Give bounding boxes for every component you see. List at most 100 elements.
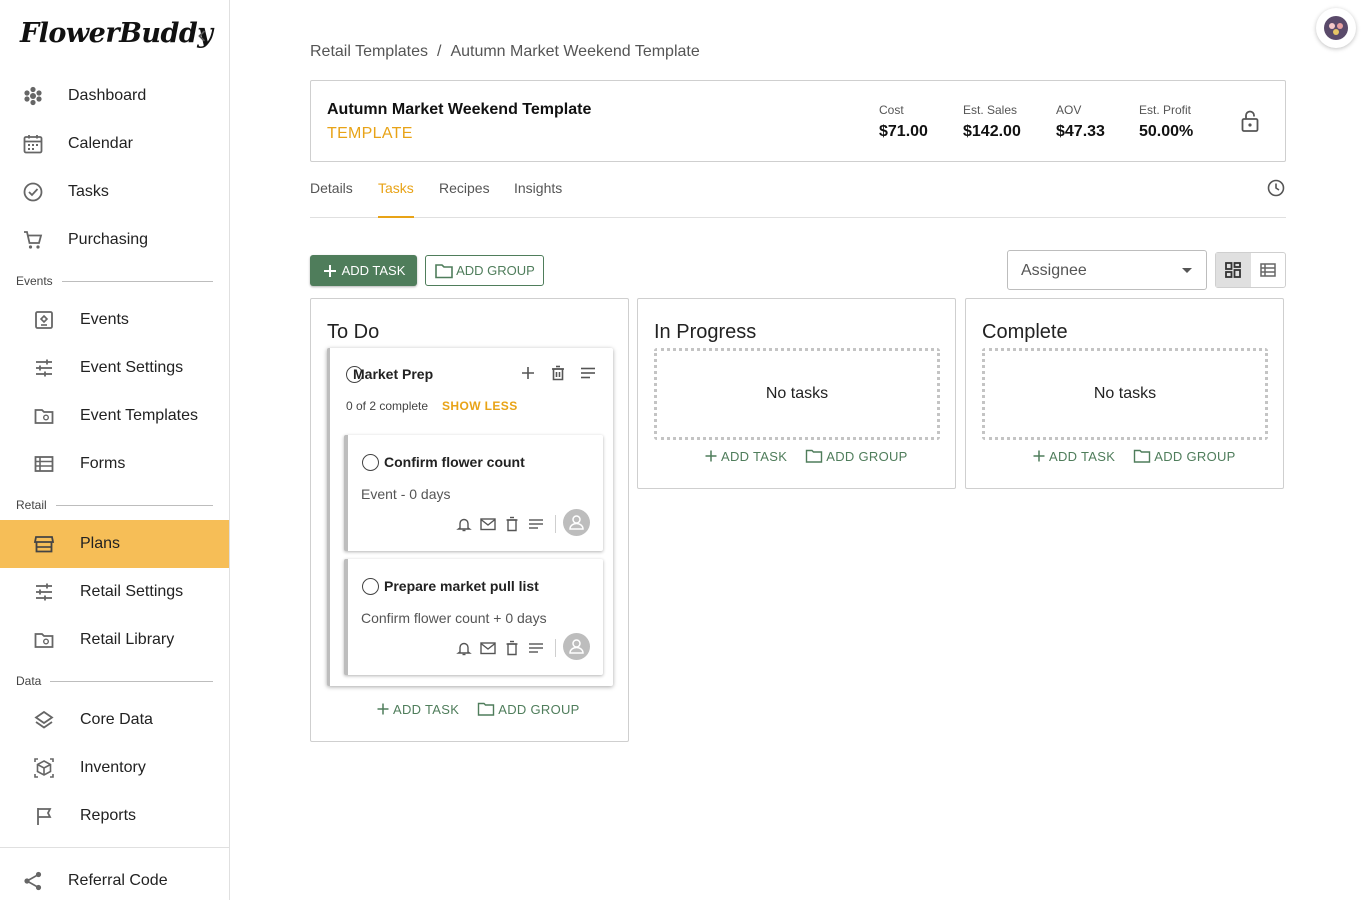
- column-add-group-button[interactable]: ADD GROUP: [805, 448, 907, 464]
- history-button[interactable]: [1266, 178, 1286, 198]
- show-less-button[interactable]: SHOW LESS: [442, 399, 518, 413]
- group-progress: 0 of 2 complete: [346, 399, 429, 413]
- folder-icon: [34, 409, 54, 424]
- mail-icon[interactable]: [479, 515, 497, 533]
- metric-est-sales: Est. Sales $142.00: [963, 103, 1021, 141]
- sidebar-item-core-data[interactable]: Core Data: [0, 696, 229, 744]
- sidebar-item-retail-settings[interactable]: Retail Settings: [0, 568, 229, 616]
- column-actions: ADD TASK ADD GROUP: [1032, 448, 1236, 464]
- sidebar-item-plans[interactable]: Plans: [0, 520, 229, 568]
- collapse-sidebar-button[interactable]: [192, 26, 212, 46]
- sidebar-item-dashboard[interactable]: Dashboard: [0, 72, 229, 120]
- task-title: Prepare market pull list: [384, 578, 539, 594]
- task-group-card[interactable]: Market Prep 0 of 2 complete SHOW LESS Co…: [327, 348, 613, 686]
- template-badge: TEMPLATE: [327, 125, 413, 142]
- tab-tasks[interactable]: Tasks: [378, 180, 414, 218]
- column-add-group-button[interactable]: ADD GROUP: [1133, 448, 1235, 464]
- trash-icon[interactable]: [503, 515, 521, 533]
- sidebar-item-event-settings[interactable]: Event Settings: [0, 344, 229, 392]
- assignee-select[interactable]: Assignee: [1007, 250, 1207, 290]
- button-label: ADD TASK: [341, 263, 406, 278]
- divider: [555, 515, 556, 533]
- sidebar-item-label: Retail Settings: [80, 583, 184, 600]
- mail-icon[interactable]: [479, 639, 497, 657]
- breadcrumb-link-retail-templates[interactable]: Retail Templates: [310, 43, 428, 60]
- layers-icon: [34, 710, 54, 729]
- logo: FlowerBuddy: [20, 18, 213, 49]
- sidebar-item-forms[interactable]: Forms: [0, 440, 229, 488]
- add-group-button[interactable]: ADD GROUP: [425, 255, 544, 286]
- user-avatar-button[interactable]: [1316, 8, 1356, 48]
- sidebar-item-purchasing[interactable]: Purchasing: [0, 216, 229, 264]
- breadcrumb-current: Autumn Market Weekend Template: [450, 43, 700, 60]
- column-to-do: To Do Market Prep 0 of 2 complete SHOW L…: [310, 298, 629, 742]
- tab-insights[interactable]: Insights: [514, 180, 562, 218]
- bell-icon[interactable]: [455, 515, 473, 533]
- sidebar-item-events[interactable]: Events: [0, 296, 229, 344]
- complete-task-checkbox[interactable]: [362, 454, 379, 471]
- metric-label: Cost: [879, 103, 904, 117]
- folder-icon: [806, 449, 823, 463]
- column-add-group-button[interactable]: ADD GROUP: [477, 701, 579, 717]
- column-add-task-button[interactable]: ADD TASK: [704, 448, 787, 464]
- empty-message: No tasks: [765, 385, 829, 402]
- sidebar: FlowerBuddy Dashboard Calendar Tasks Pur…: [0, 0, 230, 900]
- sidebar-item-referral-code[interactable]: Referral Code: [0, 857, 229, 900]
- empty-dropzone: No tasks: [982, 348, 1268, 440]
- assignee-avatar[interactable]: [563, 633, 590, 660]
- button-label: ADD GROUP: [1154, 448, 1236, 464]
- trash-icon[interactable]: [549, 364, 567, 382]
- board-view-button[interactable]: [1216, 253, 1251, 287]
- notes-icon[interactable]: [579, 364, 597, 382]
- section-label-retail: Retail: [16, 498, 47, 512]
- sidebar-item-label: Calendar: [68, 135, 133, 152]
- lock-button[interactable]: [1239, 109, 1261, 133]
- column-add-task-button[interactable]: ADD TASK: [1032, 448, 1115, 464]
- list-view-button[interactable]: [1251, 253, 1286, 287]
- cart-icon: [24, 231, 43, 249]
- task-due: Event - 0 days: [361, 486, 451, 502]
- group-title: Market Prep: [353, 366, 434, 382]
- task-actions: [455, 639, 556, 657]
- sidebar-item-label: Event Settings: [80, 359, 184, 376]
- bell-icon[interactable]: [455, 639, 473, 657]
- task-card[interactable]: Confirm flower count Event - 0 days: [344, 435, 603, 551]
- button-label: ADD TASK: [393, 701, 460, 717]
- column-complete: Complete No tasks ADD TASK ADD GROUP: [965, 298, 1284, 489]
- notes-icon[interactable]: [527, 639, 545, 657]
- divider: [555, 639, 556, 657]
- plan-title: Autumn Market Weekend Template: [327, 101, 592, 118]
- sidebar-item-calendar[interactable]: Calendar: [0, 120, 229, 168]
- metric-cost: Cost $71.00: [879, 103, 928, 141]
- notes-icon[interactable]: [527, 515, 545, 533]
- plan-summary-card: Autumn Market Weekend Template TEMPLATE …: [310, 80, 1286, 162]
- plus-icon[interactable]: [519, 364, 537, 382]
- empty-dropzone: No tasks: [654, 348, 940, 440]
- plus-icon: [323, 264, 336, 277]
- folder-icon: [1134, 449, 1151, 463]
- sidebar-item-retail-library[interactable]: Retail Library: [0, 616, 229, 664]
- divider: [50, 681, 213, 682]
- column-add-task-button[interactable]: ADD TASK: [376, 701, 459, 717]
- breadcrumb: Retail Templates / Autumn Market Weekend T…: [310, 43, 700, 61]
- complete-task-checkbox[interactable]: [362, 578, 379, 595]
- assignee-avatar[interactable]: [563, 509, 590, 536]
- trash-icon[interactable]: [503, 639, 521, 657]
- tab-details[interactable]: Details: [310, 180, 353, 218]
- button-label: ADD GROUP: [826, 448, 908, 464]
- flower-icon: [24, 86, 42, 106]
- tab-recipes[interactable]: Recipes: [439, 180, 490, 218]
- sidebar-item-tasks[interactable]: Tasks: [0, 168, 229, 216]
- add-task-button[interactable]: ADD TASK: [310, 255, 417, 286]
- sidebar-item-reports[interactable]: Reports: [0, 792, 229, 840]
- sidebar-item-label: Dashboard: [68, 87, 147, 104]
- sidebar-item-inventory[interactable]: Inventory: [0, 744, 229, 792]
- button-label: ADD GROUP: [456, 263, 535, 278]
- divider: [56, 505, 213, 506]
- folder-icon: [478, 702, 495, 716]
- column-title: In Progress: [654, 321, 757, 343]
- sliders-icon: [36, 583, 52, 601]
- sidebar-item-event-templates[interactable]: Event Templates: [0, 392, 229, 440]
- column-actions: ADD TASK ADD GROUP: [704, 448, 908, 464]
- task-card[interactable]: Prepare market pull list Confirm flower …: [344, 559, 603, 675]
